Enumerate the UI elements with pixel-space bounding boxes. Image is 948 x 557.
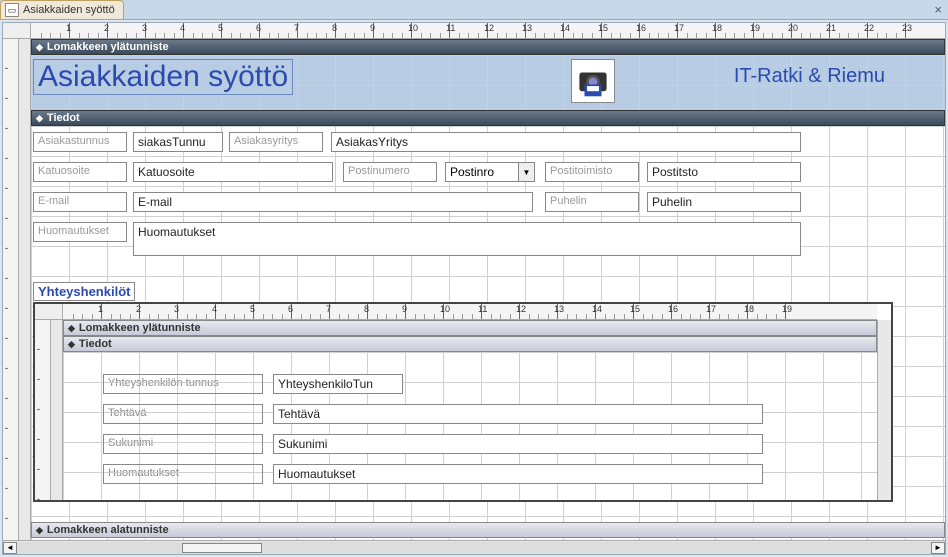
label-email[interactable]: E-mail bbox=[33, 192, 127, 212]
ruler-corner[interactable] bbox=[35, 304, 63, 320]
ruler-vertical[interactable]: ------ bbox=[35, 320, 51, 500]
camera-save-icon[interactable] bbox=[571, 59, 615, 103]
tab-bar: ▭ Asiakkaiden syöttö × bbox=[0, 0, 948, 20]
scrollbar-vertical[interactable] bbox=[877, 320, 891, 500]
form-canvas[interactable]: ◆ Lomakkeen ylätunniste Asiakkaiden syöt… bbox=[31, 39, 945, 540]
section-selector[interactable] bbox=[51, 320, 63, 500]
section-selector[interactable] bbox=[19, 39, 31, 540]
textbox-huomautukset[interactable]: Huomautukset bbox=[133, 222, 801, 256]
section-label: Lomakkeen ylätunniste bbox=[79, 322, 201, 334]
section-marker-icon: ◆ bbox=[36, 525, 43, 536]
textbox-sub-huomautukset[interactable]: Huomautukset bbox=[273, 464, 763, 484]
subform-yhteyshenkilot[interactable]: 12345678910111213141516171819 ------ ◆ L… bbox=[33, 302, 893, 502]
section-label: Tiedot bbox=[47, 112, 80, 124]
textbox-puhelin[interactable]: Puhelin bbox=[647, 192, 801, 212]
subform-canvas[interactable]: ◆ Lomakkeen ylätunniste ◆ Tiedot Yhteysh… bbox=[63, 320, 877, 500]
section-marker-icon: ◆ bbox=[68, 323, 75, 334]
ruler-corner[interactable] bbox=[3, 23, 31, 39]
textbox-tehtava[interactable]: Tehtävä bbox=[273, 404, 763, 424]
label-tehtava[interactable]: Tehtävä bbox=[103, 404, 263, 424]
form-header-area[interactable]: Asiakkaiden syöttö IT-Ratki & Riemu bbox=[31, 55, 945, 110]
chevron-down-icon[interactable]: ▼ bbox=[518, 163, 534, 181]
section-bar-form-header[interactable]: ◆ Lomakkeen ylätunniste bbox=[31, 39, 945, 55]
label-postinumero[interactable]: Postinumero bbox=[343, 162, 437, 182]
section-marker-icon: ◆ bbox=[68, 339, 75, 350]
section-label: Lomakkeen alatunniste bbox=[47, 524, 169, 536]
design-area: 1234567891011121314151617181920212223 --… bbox=[2, 22, 946, 555]
textbox-katuosoite[interactable]: Katuosoite bbox=[133, 162, 333, 182]
textbox-yhteyshenkilo-tunnus[interactable]: YhteyshenkiloTun bbox=[273, 374, 403, 394]
section-marker-icon: ◆ bbox=[36, 42, 43, 53]
section-bar-subform-detail[interactable]: ◆ Tiedot bbox=[63, 336, 877, 352]
combobox-postinumero[interactable]: Postinro ▼ bbox=[445, 162, 535, 182]
label-yhteyshenkilo-tunnus[interactable]: Yhteyshenkilön tunnus bbox=[103, 374, 263, 394]
form-detail-area[interactable]: Asiakastunnus siakasTunnu Asiakasyritys … bbox=[31, 126, 945, 540]
label-asiakasyritys[interactable]: Asiakasyritys bbox=[229, 132, 323, 152]
ruler-horizontal[interactable]: 1234567891011121314151617181920212223 bbox=[31, 23, 945, 39]
subform-detail-area[interactable]: Yhteyshenkilön tunnus YhteyshenkiloTun T… bbox=[63, 352, 877, 500]
section-label: Lomakkeen ylätunniste bbox=[47, 41, 169, 53]
form-icon: ▭ bbox=[5, 3, 19, 17]
scrollbar-horizontal[interactable]: ◄ ► bbox=[3, 540, 945, 554]
ruler-vertical[interactable]: ---------------- bbox=[3, 39, 19, 540]
label-huomautukset[interactable]: Huomautukset bbox=[33, 222, 127, 242]
label-postitoimisto[interactable]: Postitoimisto bbox=[545, 162, 639, 182]
label-katuosoite[interactable]: Katuosoite bbox=[33, 162, 127, 182]
textbox-postitoimisto[interactable]: Postitsto bbox=[647, 162, 801, 182]
section-marker-icon: ◆ bbox=[36, 113, 43, 124]
label-asiakastunnus[interactable]: Asiakastunnus bbox=[33, 132, 127, 152]
textbox-email[interactable]: E-mail bbox=[133, 192, 533, 212]
combobox-text: Postinro bbox=[446, 163, 518, 181]
section-bar-form-footer[interactable]: ◆ Lomakkeen alatunniste bbox=[31, 522, 945, 538]
label-sub-huomautukset[interactable]: Huomautukset bbox=[103, 464, 263, 484]
tab-title: Asiakkaiden syöttö bbox=[23, 4, 115, 16]
company-label[interactable]: IT-Ratki & Riemu bbox=[734, 65, 885, 88]
section-label: Tiedot bbox=[79, 338, 112, 350]
label-yhteyshenkilot[interactable]: Yhteyshenkilöt bbox=[33, 282, 135, 301]
form-title-label[interactable]: Asiakkaiden syöttö bbox=[33, 59, 293, 95]
form-tab[interactable]: ▭ Asiakkaiden syöttö bbox=[0, 0, 124, 19]
label-puhelin[interactable]: Puhelin bbox=[545, 192, 639, 212]
textbox-sukunimi[interactable]: Sukunimi bbox=[273, 434, 763, 454]
section-bar-detail[interactable]: ◆ Tiedot bbox=[31, 110, 945, 126]
label-sukunimi[interactable]: Sukunimi bbox=[103, 434, 263, 454]
close-icon[interactable]: × bbox=[934, 2, 942, 17]
scroll-thumb[interactable] bbox=[182, 543, 262, 553]
scroll-right-icon[interactable]: ► bbox=[931, 542, 945, 554]
textbox-asiakastunnus[interactable]: siakasTunnu bbox=[133, 132, 223, 152]
scroll-track[interactable] bbox=[17, 542, 931, 554]
scroll-left-icon[interactable]: ◄ bbox=[3, 542, 17, 554]
textbox-asiakasyritys[interactable]: AsiakasYritys bbox=[331, 132, 801, 152]
section-bar-subform-header[interactable]: ◆ Lomakkeen ylätunniste bbox=[63, 320, 877, 336]
ruler-horizontal[interactable]: 12345678910111213141516171819 bbox=[63, 304, 877, 320]
